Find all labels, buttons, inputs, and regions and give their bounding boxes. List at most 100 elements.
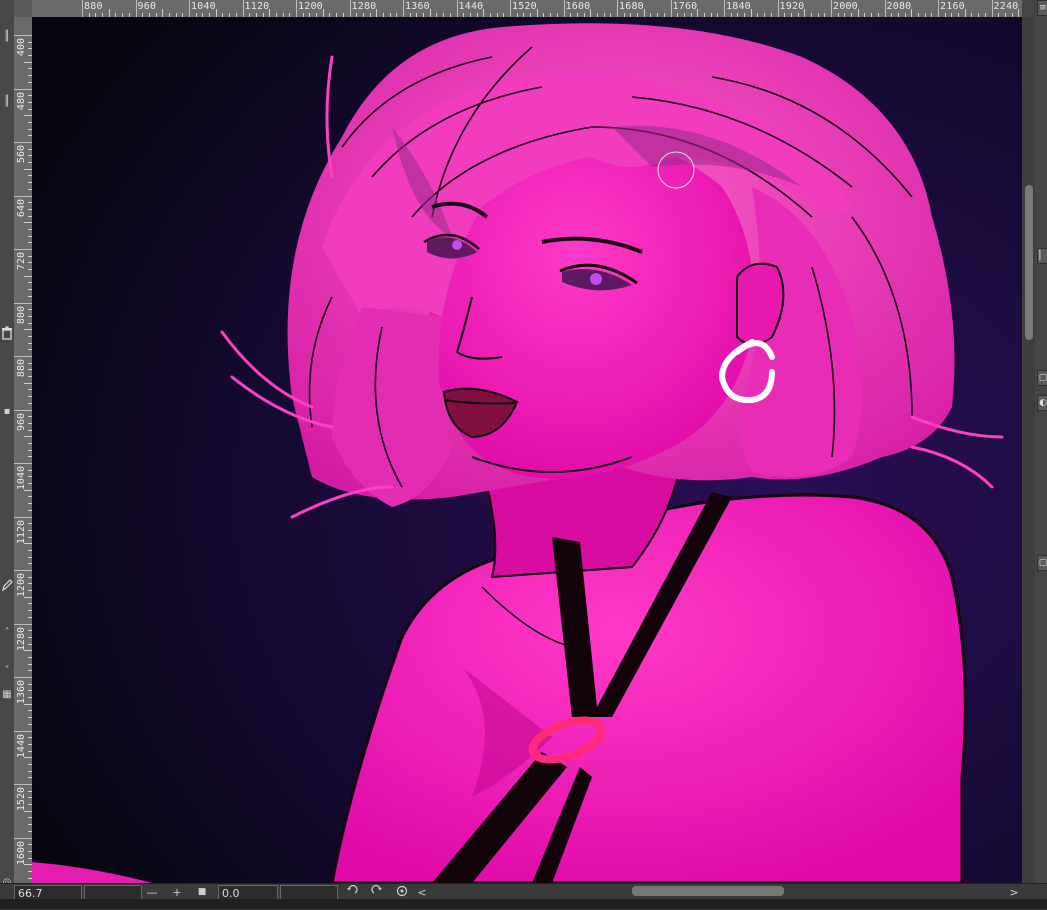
zoom-in-button[interactable]: + bbox=[169, 885, 185, 900]
rotation-value-field[interactable]: 0.0 bbox=[218, 885, 278, 900]
ruler-major-tick bbox=[135, 0, 137, 17]
drawing-canvas[interactable] bbox=[32, 17, 1022, 883]
ruler-label: 1120 bbox=[244, 1, 270, 12]
vertical-scroll-thumb[interactable] bbox=[1025, 185, 1033, 340]
chevron-up-icon[interactable]: ˄ bbox=[0, 626, 14, 640]
panel-toggle-1[interactable]: ▏ bbox=[1037, 248, 1047, 264]
ruler-label: 1120 bbox=[16, 519, 27, 544]
ruler-label: 1600 bbox=[565, 1, 591, 12]
scroll-right-button[interactable]: > bbox=[1006, 885, 1022, 900]
ruler-major-tick bbox=[296, 0, 297, 17]
ruler-minor-tick bbox=[24, 703, 32, 705]
ruler-minor-tick bbox=[24, 61, 32, 63]
tool-strip-handle-2[interactable]: ║ bbox=[0, 95, 14, 109]
ruler-minor-tick bbox=[215, 9, 217, 17]
ruler-label: 1840 bbox=[726, 1, 751, 12]
ruler-minor-tick bbox=[429, 9, 431, 17]
ruler-major-tick bbox=[403, 0, 404, 17]
ruler-minor-tick bbox=[24, 115, 32, 117]
ruler-major-tick bbox=[617, 0, 618, 17]
ruler-label: 1520 bbox=[16, 787, 27, 812]
rotation-slider[interactable] bbox=[280, 885, 338, 900]
ruler-minor-tick bbox=[108, 9, 110, 17]
ruler-minor-tick bbox=[24, 382, 32, 384]
ruler-minor-tick bbox=[24, 543, 32, 545]
ruler-label: 480 bbox=[16, 91, 27, 110]
ruler-label: 880 bbox=[84, 1, 103, 12]
ruler-minor-tick bbox=[750, 9, 752, 17]
ruler-label: 1600 bbox=[16, 840, 27, 865]
ruler-major-tick bbox=[14, 516, 32, 518]
ruler-label: 1200 bbox=[16, 573, 27, 598]
ruler-label: 1040 bbox=[16, 466, 27, 491]
ruler-label: 400 bbox=[16, 38, 27, 57]
ruler-major-tick bbox=[349, 0, 351, 17]
ruler-minor-tick bbox=[1018, 9, 1020, 17]
ruler-label: 800 bbox=[16, 305, 27, 324]
ruler-minor-tick bbox=[483, 9, 485, 17]
ruler-major-tick bbox=[14, 249, 32, 250]
ruler-major-tick bbox=[938, 0, 939, 17]
ruler-major-tick bbox=[831, 0, 832, 17]
ruler-label: 1680 bbox=[619, 1, 644, 12]
ruler-label: 880 bbox=[16, 359, 27, 378]
rotate-left-icon[interactable] bbox=[344, 884, 360, 900]
ruler-major-tick bbox=[14, 677, 32, 678]
ruler-minor-tick bbox=[24, 596, 32, 598]
layer-dot-icon[interactable]: ▪ bbox=[0, 405, 14, 419]
horizontal-scroll-thumb[interactable] bbox=[632, 886, 784, 896]
ruler-minor-tick bbox=[322, 9, 324, 17]
ruler-label: 960 bbox=[16, 412, 27, 431]
ruler-label: 2160 bbox=[940, 1, 965, 12]
zoom-slider[interactable] bbox=[84, 885, 142, 900]
ruler-minor-tick bbox=[857, 9, 859, 17]
chevron-down-icon[interactable]: ˅ bbox=[0, 664, 14, 678]
ruler-minor-tick bbox=[24, 810, 32, 812]
panel-toggle-2[interactable]: ▢ bbox=[1037, 370, 1047, 386]
ruler-minor-tick bbox=[804, 9, 806, 17]
ruler-major-tick bbox=[510, 0, 511, 17]
panel-toggle-3[interactable]: ◐ bbox=[1037, 395, 1047, 411]
ruler-major-tick bbox=[724, 0, 725, 17]
ruler-major-tick bbox=[82, 0, 83, 17]
ruler-minor-tick bbox=[536, 9, 538, 17]
ruler-label: 960 bbox=[137, 1, 157, 12]
ruler-major-tick bbox=[14, 730, 32, 732]
reset-rotation-icon[interactable] bbox=[394, 885, 410, 900]
left-tool-strip: ║ ║ ▪ ˄ ˅ ▦ ◎ bbox=[0, 0, 15, 909]
trash-icon[interactable] bbox=[0, 326, 14, 340]
panel-toggle-4[interactable]: ▢ bbox=[1037, 555, 1047, 571]
ruler-major-tick bbox=[884, 0, 886, 17]
ruler-major-tick bbox=[14, 463, 32, 464]
zoom-out-button[interactable]: — bbox=[144, 885, 160, 900]
ruler-major-tick bbox=[14, 142, 32, 143]
rotate-right-icon[interactable] bbox=[369, 884, 385, 900]
vertical-ruler: 400 480 560 640 720 800 880 960 1040 1120 1200 1280… bbox=[14, 17, 33, 883]
ruler-major-tick bbox=[14, 195, 32, 197]
ruler-minor-tick bbox=[376, 9, 378, 17]
pen-icon[interactable] bbox=[0, 578, 14, 592]
ruler-label: 1440 bbox=[16, 733, 27, 758]
ruler-major-tick bbox=[777, 0, 779, 17]
ruler-label: 1760 bbox=[672, 1, 698, 12]
zoom-value-field[interactable]: 66.7 bbox=[14, 885, 82, 900]
ruler-major-tick bbox=[14, 784, 32, 785]
fit-button[interactable]: ■ bbox=[194, 885, 210, 900]
ruler-major-tick bbox=[14, 88, 32, 90]
ruler-minor-tick bbox=[697, 9, 699, 17]
ruler-minor-tick bbox=[24, 329, 32, 331]
ruler-minor-tick bbox=[964, 9, 966, 17]
tool-strip-handle[interactable]: ║ bbox=[0, 30, 14, 44]
grid-icon[interactable]: ▦ bbox=[0, 688, 14, 702]
vertical-scrollbar[interactable] bbox=[1022, 17, 1035, 883]
ruler-minor-tick bbox=[269, 9, 271, 17]
ruler-major-tick bbox=[242, 0, 244, 17]
panel-collapse-button[interactable]: ≡ bbox=[1037, 0, 1047, 16]
ruler-major-tick bbox=[14, 302, 32, 304]
ruler-major-tick bbox=[14, 623, 32, 625]
ruler-label: 2240 bbox=[993, 1, 1019, 12]
ruler-label: 1360 bbox=[16, 680, 27, 705]
ruler-minor-tick bbox=[24, 757, 32, 759]
ruler-minor-tick bbox=[24, 222, 32, 224]
ruler-minor-tick bbox=[24, 436, 32, 438]
